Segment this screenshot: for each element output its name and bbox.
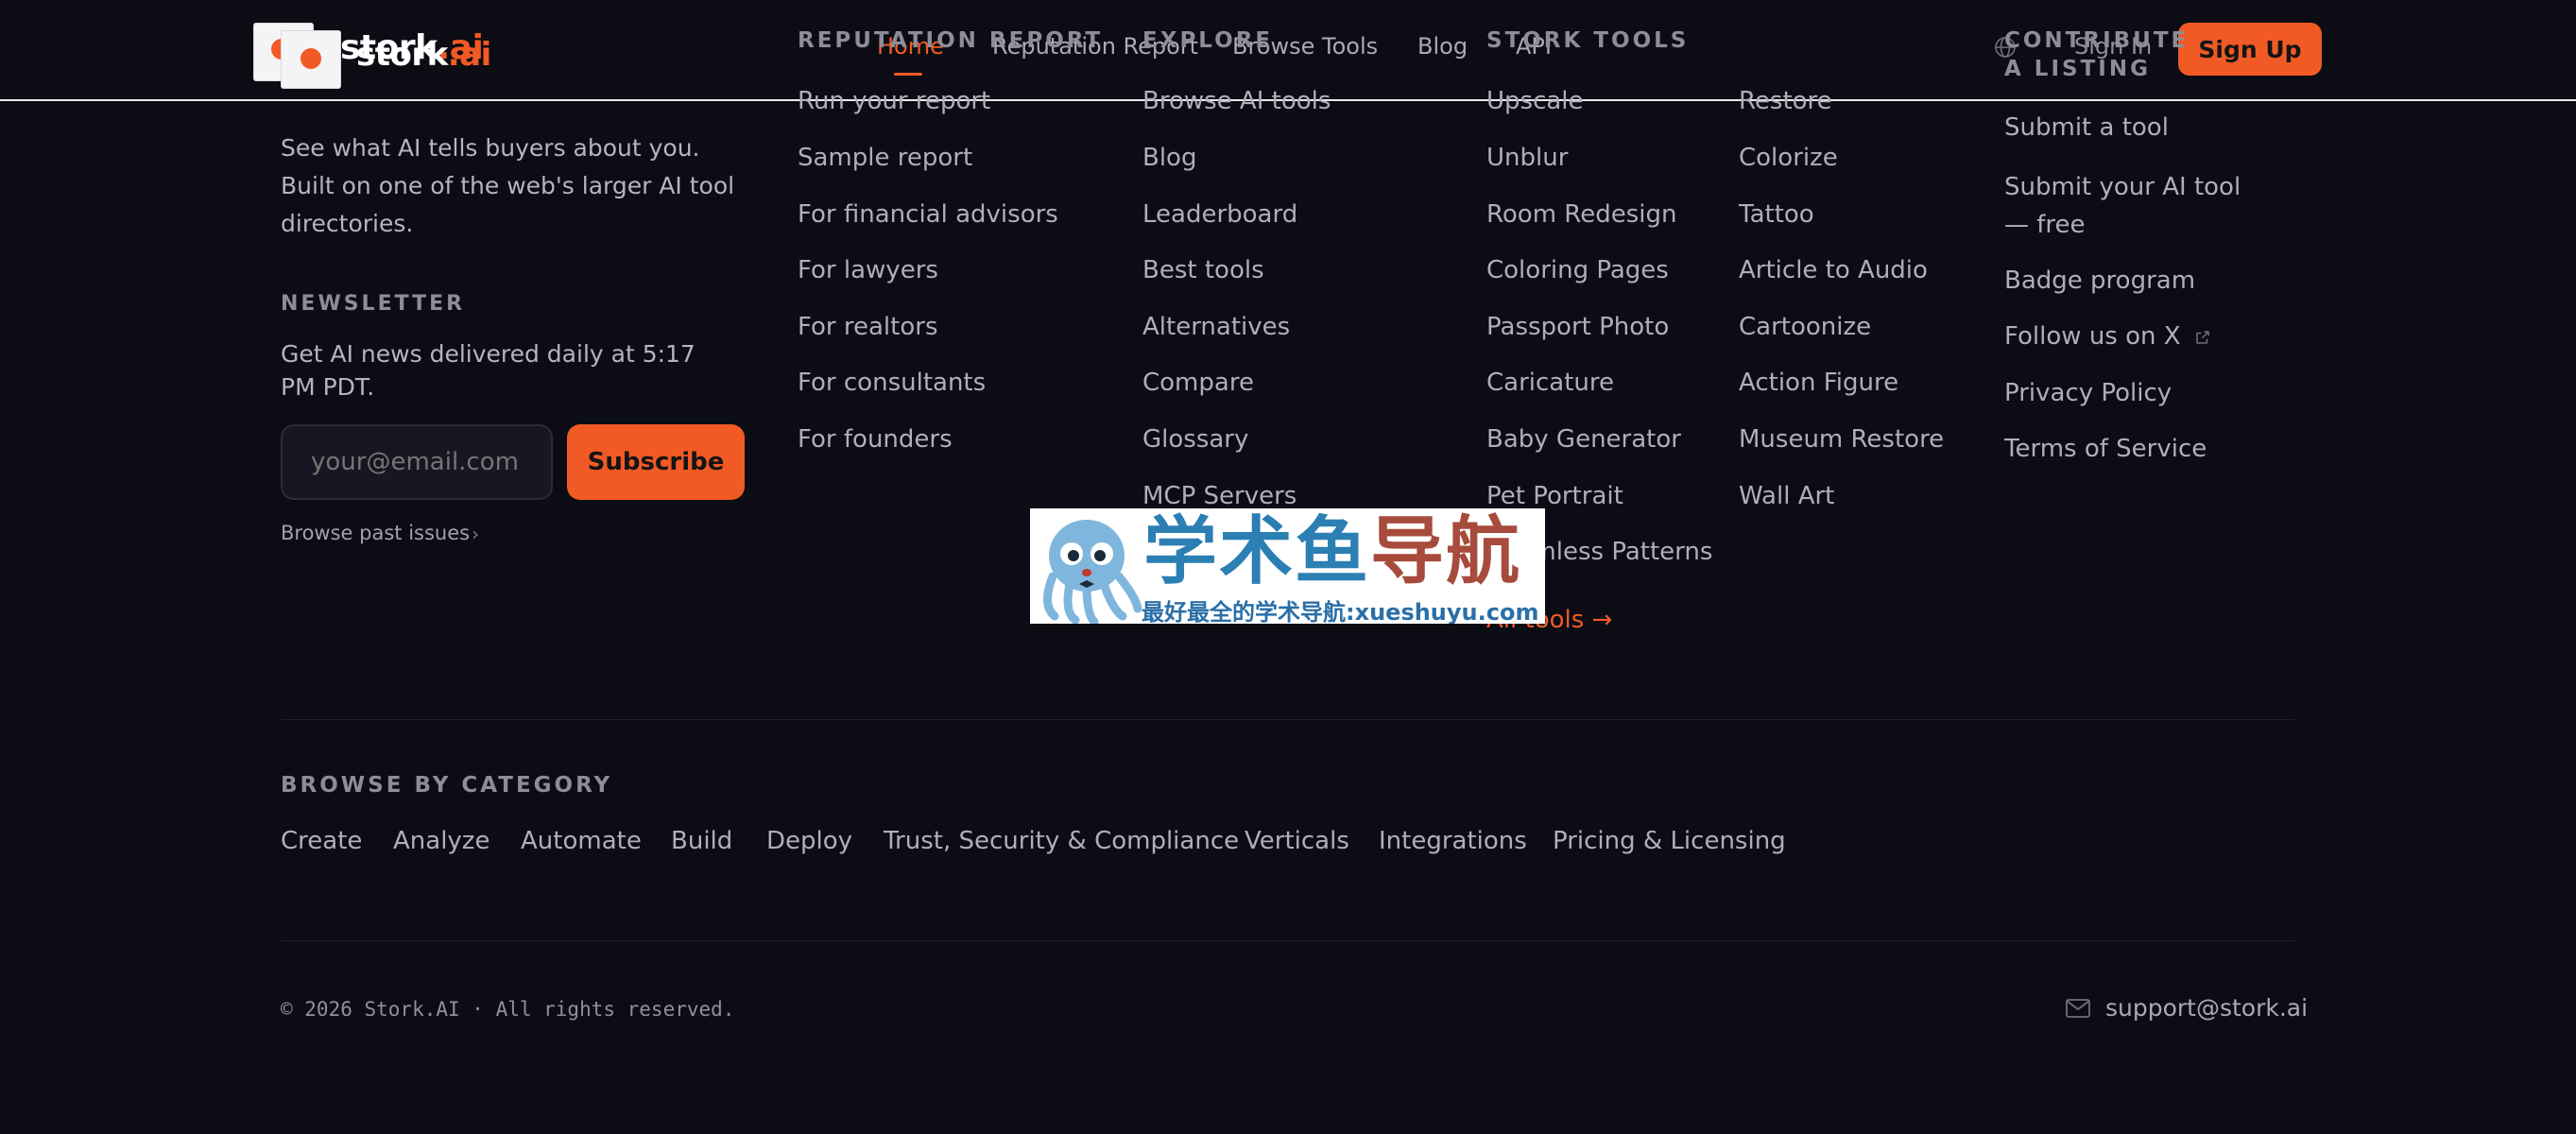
footer-link-financial-advisors[interactable]: For financial advisors bbox=[798, 200, 1058, 229]
watermark-banner: 学术鱼导航 最好最全的学术导航:xueshuyu.com bbox=[1030, 508, 1545, 624]
active-nav-indicator bbox=[894, 73, 922, 76]
footer-link-follow-x[interactable]: Follow us on X bbox=[2004, 322, 2211, 351]
tool-link-upscale[interactable]: Upscale bbox=[1486, 87, 1584, 115]
tool-link-action-figure[interactable]: Action Figure bbox=[1739, 369, 1898, 397]
category-deploy[interactable]: Deploy bbox=[766, 827, 852, 855]
tool-link-wall-art[interactable]: Wall Art bbox=[1739, 482, 1834, 510]
footer-link-compare[interactable]: Compare bbox=[1142, 369, 1254, 397]
contribute-heading-line1: CONTRIBUTE bbox=[2004, 28, 2190, 53]
tool-link-article-to-audio[interactable]: Article to Audio bbox=[1739, 256, 1928, 284]
tool-link-room-redesign[interactable]: Room Redesign bbox=[1486, 200, 1676, 229]
watermark-subtitle: 最好最全的学术导航:xueshuyu.com bbox=[1142, 599, 1539, 624]
browse-by-category-heading: BROWSE BY CATEGORY bbox=[281, 773, 613, 798]
category-automate[interactable]: Automate bbox=[521, 827, 642, 855]
stork-tools-heading: STORK TOOLS bbox=[1486, 28, 1690, 53]
footer-link-best-tools[interactable]: Best tools bbox=[1142, 256, 1264, 284]
footer-link-lawyers[interactable]: For lawyers bbox=[798, 256, 938, 284]
browse-past-issues-link[interactable]: Browse past issues bbox=[281, 522, 470, 544]
newsletter-email-input[interactable] bbox=[281, 424, 553, 500]
tool-link-caricature[interactable]: Caricature bbox=[1486, 369, 1614, 397]
footer-link-privacy[interactable]: Privacy Policy bbox=[2004, 379, 2172, 407]
support-email-link[interactable]: support@stork.ai bbox=[2105, 994, 2308, 1022]
footer-link-alternatives[interactable]: Alternatives bbox=[1142, 313, 1290, 341]
category-create[interactable]: Create bbox=[281, 827, 362, 855]
reputation-report-heading: REPUTATION REPORT bbox=[798, 28, 1104, 53]
category-trust-security[interactable]: Trust, Security & Compliance bbox=[884, 827, 1239, 855]
footer-link-submit-free[interactable]: Submit your AI tool — free bbox=[2004, 168, 2259, 244]
octopus-mascot-icon bbox=[1043, 520, 1142, 624]
sign-up-button[interactable]: Sign Up bbox=[2178, 23, 2322, 76]
footer-link-consultants[interactable]: For consultants bbox=[798, 369, 986, 397]
footer-link-leaderboard[interactable]: Leaderboard bbox=[1142, 200, 1297, 229]
category-verticals[interactable]: Verticals bbox=[1245, 827, 1349, 855]
footer-link-browse-ai-tools[interactable]: Browse AI tools bbox=[1142, 87, 1331, 115]
footer-link-sample-report[interactable]: Sample report bbox=[798, 144, 972, 172]
logo-wordmark-overlap: stork.ai bbox=[356, 36, 491, 74]
category-pricing-licensing[interactable]: Pricing & Licensing bbox=[1553, 827, 1786, 855]
tool-link-coloring-pages[interactable]: Coloring Pages bbox=[1486, 256, 1669, 284]
footer-link-realtors[interactable]: For realtors bbox=[798, 313, 938, 341]
tool-link-restore[interactable]: Restore bbox=[1739, 87, 1832, 115]
newsletter-heading: NEWSLETTER bbox=[281, 292, 466, 316]
footer-link-terms[interactable]: Terms of Service bbox=[2004, 435, 2207, 463]
top-navigation-bar: stork.ai stork.ai Home Reputation Report… bbox=[0, 0, 2576, 101]
tool-link-unblur[interactable]: Unblur bbox=[1486, 144, 1568, 172]
watermark-title: 学术鱼导航 bbox=[1143, 512, 1521, 592]
footer-link-badge-program[interactable]: Badge program bbox=[2004, 266, 2195, 295]
divider-top bbox=[281, 719, 2295, 720]
footer-link-submit-tool[interactable]: Submit a tool bbox=[2004, 113, 2169, 142]
follow-x-label: Follow us on X bbox=[2004, 322, 2181, 351]
logo-suffix: .ai bbox=[447, 36, 492, 74]
logo-image-secondary bbox=[281, 30, 341, 89]
tool-link-colorize[interactable]: Colorize bbox=[1739, 144, 1838, 172]
stork-logo-icon bbox=[301, 48, 321, 69]
tool-link-pet-portrait[interactable]: Pet Portrait bbox=[1486, 482, 1623, 510]
tool-link-baby-generator[interactable]: Baby Generator bbox=[1486, 425, 1681, 454]
category-build[interactable]: Build bbox=[671, 827, 732, 855]
explore-heading: EXPLORE bbox=[1142, 28, 1274, 53]
brand-tagline: See what AI tells buyers about you. Buil… bbox=[281, 134, 735, 237]
tool-link-museum-restore[interactable]: Museum Restore bbox=[1739, 425, 1944, 454]
newsletter-description: Get AI news delivered daily at 5:17 PM P… bbox=[281, 340, 696, 401]
footer-link-run-report[interactable]: Run your report bbox=[798, 87, 990, 115]
contribute-heading-line2: A LISTING bbox=[2004, 57, 2151, 81]
footer-link-blog[interactable]: Blog bbox=[1142, 144, 1196, 172]
footer-link-glossary[interactable]: Glossary bbox=[1142, 425, 1248, 454]
footer-link-founders[interactable]: For founders bbox=[798, 425, 953, 454]
watermark-title-part2: 导航 bbox=[1370, 509, 1522, 594]
chevron-right-icon: › bbox=[472, 523, 479, 545]
category-analyze[interactable]: Analyze bbox=[393, 827, 489, 855]
tool-link-passport-photo[interactable]: Passport Photo bbox=[1486, 313, 1669, 341]
divider-bottom bbox=[281, 940, 2295, 941]
contribute-heading: CONTRIBUTE A LISTING bbox=[2004, 26, 2189, 83]
category-integrations[interactable]: Integrations bbox=[1379, 827, 1527, 855]
watermark-title-part1: 学术鱼 bbox=[1143, 509, 1371, 594]
mail-icon bbox=[2066, 999, 2090, 1018]
external-link-icon bbox=[2196, 331, 2209, 344]
tool-link-tattoo[interactable]: Tattoo bbox=[1739, 200, 1814, 229]
footer-link-mcp-servers[interactable]: MCP Servers bbox=[1142, 482, 1297, 510]
logo-word: stork bbox=[356, 36, 448, 74]
copyright-text: © 2026 Stork.AI · All rights reserved. bbox=[281, 998, 735, 1021]
nav-blog[interactable]: Blog bbox=[1417, 33, 1468, 60]
tool-link-cartoonize[interactable]: Cartoonize bbox=[1739, 313, 1871, 341]
subscribe-button[interactable]: Subscribe bbox=[567, 424, 745, 500]
